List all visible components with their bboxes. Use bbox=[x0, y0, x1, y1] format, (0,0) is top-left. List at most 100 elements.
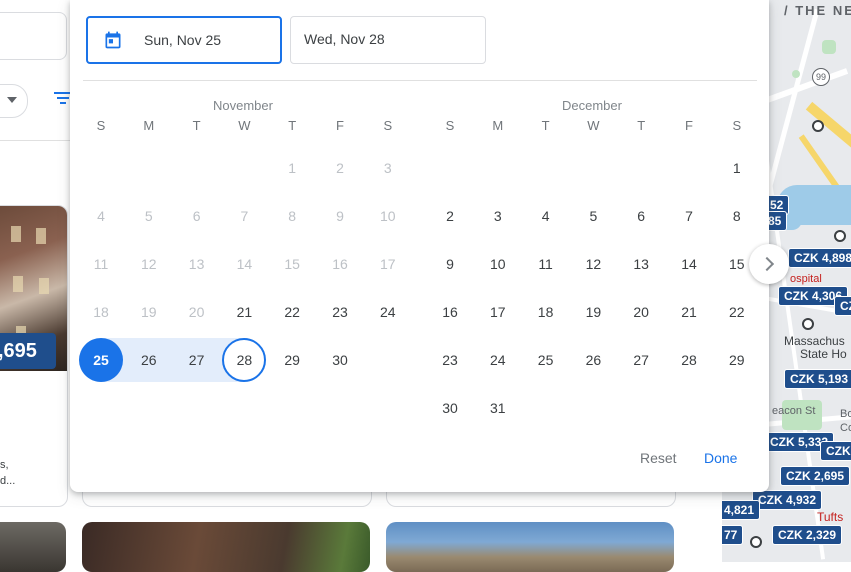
price-pin[interactable]: CZK 2,695 bbox=[780, 466, 851, 486]
calendar-day[interactable]: 22 bbox=[270, 290, 314, 334]
chevron-down-icon bbox=[7, 97, 17, 103]
calendar-day[interactable]: 27 bbox=[619, 338, 663, 382]
calendar-day[interactable]: 3 bbox=[476, 194, 520, 238]
date-picker-dialog: Sun, Nov 25 Wed, Nov 28 November S M T W T F S 1… bbox=[70, 0, 769, 492]
calendar-day[interactable]: 25 bbox=[524, 338, 568, 382]
weekday-header: S bbox=[445, 118, 455, 133]
calendar-day[interactable]: 21 bbox=[222, 290, 266, 334]
map-label: State Ho bbox=[800, 347, 847, 361]
calendar-day[interactable]: 17 bbox=[476, 290, 520, 334]
calendar-day[interactable]: 10 bbox=[476, 242, 520, 286]
calendar-day[interactable]: 26 bbox=[127, 338, 171, 382]
price-badge: ,695 bbox=[0, 333, 56, 369]
hotel-photo[interactable] bbox=[0, 522, 66, 572]
calendar-day[interactable]: 24 bbox=[366, 290, 410, 334]
map-label: ospital bbox=[790, 273, 822, 285]
calendar-day: 11 bbox=[93, 256, 109, 272]
calendar-icon bbox=[105, 31, 121, 49]
calendar-day: 19 bbox=[141, 304, 157, 320]
next-month-button[interactable] bbox=[749, 244, 789, 284]
calendar-day: 15 bbox=[284, 256, 300, 272]
calendar-day: 13 bbox=[188, 256, 205, 272]
calendar-day[interactable]: 4 bbox=[524, 194, 568, 238]
calendar-day[interactable]: 24 bbox=[476, 338, 520, 382]
check-out-day[interactable]: 28 bbox=[222, 338, 267, 382]
calendar-day[interactable]: 1 bbox=[715, 146, 759, 190]
calendar-day[interactable]: 5 bbox=[571, 194, 615, 238]
price-pin[interactable]: CZK 4,898 bbox=[788, 248, 851, 268]
calendar-day[interactable]: 28 bbox=[667, 338, 711, 382]
calendar-day[interactable]: 27 bbox=[175, 338, 219, 382]
check-out-field[interactable]: Wed, Nov 28 bbox=[290, 16, 486, 64]
transit-icon bbox=[750, 536, 762, 548]
map-label: / THE NE bbox=[784, 3, 851, 18]
calendar-day[interactable]: 2 bbox=[428, 194, 472, 238]
chevron-right-icon bbox=[759, 256, 775, 272]
map-label: eacon St bbox=[772, 405, 816, 417]
weekday-header: S bbox=[383, 118, 393, 133]
map-label: Co bbox=[840, 422, 851, 434]
calendar-day: 3 bbox=[383, 160, 392, 176]
filter-dropdown[interactable] bbox=[0, 84, 28, 118]
weekday-header: T bbox=[192, 118, 201, 133]
calendar-day: 8 bbox=[288, 208, 297, 224]
price-pin[interactable]: CZK 5,193 bbox=[784, 369, 851, 389]
calendar-day[interactable]: 29 bbox=[270, 338, 314, 382]
calendar-day[interactable]: 29 bbox=[715, 338, 759, 382]
calendar-day[interactable]: 18 bbox=[524, 290, 568, 334]
calendar-day: 6 bbox=[192, 208, 201, 224]
weekday-header: S bbox=[96, 118, 106, 133]
calendar-day[interactable]: 9 bbox=[428, 242, 472, 286]
calendar-day: 4 bbox=[97, 208, 105, 224]
map-label: Bo bbox=[840, 408, 851, 420]
check-in-field[interactable]: Sun, Nov 25 bbox=[86, 16, 282, 64]
reset-button[interactable]: Reset bbox=[640, 450, 677, 466]
calendar-day[interactable]: 11 bbox=[524, 242, 568, 286]
search-box[interactable] bbox=[0, 12, 67, 60]
transit-icon bbox=[802, 318, 814, 330]
calendar-day: 10 bbox=[380, 208, 396, 224]
month-title: November bbox=[213, 98, 273, 113]
price-pin[interactable]: CZK bbox=[834, 296, 851, 316]
calendar-day[interactable]: 30 bbox=[318, 338, 362, 382]
price-pin[interactable]: 4,821 bbox=[722, 500, 761, 520]
calendar-day: 9 bbox=[336, 208, 344, 224]
hotel-photo[interactable] bbox=[82, 522, 370, 572]
transit-icon bbox=[834, 230, 846, 242]
weekday-header: T bbox=[288, 118, 297, 133]
done-button[interactable]: Done bbox=[704, 450, 737, 466]
calendar-day: 12 bbox=[141, 256, 157, 272]
hotel-description: s, d... bbox=[0, 459, 16, 487]
calendar-day[interactable]: 13 bbox=[619, 242, 663, 286]
calendar-day[interactable]: 26 bbox=[571, 338, 615, 382]
hotel-photo[interactable] bbox=[386, 522, 674, 572]
price-pin[interactable]: CZK 16,8 bbox=[820, 441, 851, 461]
calendar-day[interactable]: 6 bbox=[619, 194, 663, 238]
weekday-header: W bbox=[238, 118, 251, 133]
calendar-day[interactable]: 22 bbox=[715, 290, 759, 334]
price-pin[interactable]: 77 bbox=[722, 525, 744, 545]
calendar-day[interactable]: 31 bbox=[476, 386, 520, 430]
price-pin[interactable]: CZK 2,329 bbox=[772, 525, 843, 545]
calendar-day[interactable]: 14 bbox=[667, 242, 711, 286]
calendar-day[interactable]: 16 bbox=[428, 290, 472, 334]
weekday-header: F bbox=[336, 118, 344, 133]
weekday-header: W bbox=[587, 118, 600, 133]
check-in-day[interactable]: 25 bbox=[79, 338, 123, 382]
weekday-header: M bbox=[143, 118, 155, 133]
calendar-day: 18 bbox=[93, 304, 109, 320]
calendar-day[interactable]: 19 bbox=[571, 290, 615, 334]
calendar-day: 20 bbox=[188, 304, 205, 320]
weekday-header: T bbox=[541, 118, 550, 133]
calendar-day[interactable]: 20 bbox=[619, 290, 663, 334]
calendar-day[interactable]: 23 bbox=[428, 338, 472, 382]
calendar-day[interactable]: 8 bbox=[715, 194, 759, 238]
calendar-day[interactable]: 23 bbox=[318, 290, 362, 334]
calendar-day[interactable]: 21 bbox=[667, 290, 711, 334]
price-pin[interactable]: CZK 4,932 bbox=[752, 490, 823, 510]
map-label: Massachus bbox=[784, 334, 845, 348]
calendar-day[interactable]: 30 bbox=[428, 386, 472, 430]
calendar-day[interactable]: 12 bbox=[571, 242, 615, 286]
calendar-day: 17 bbox=[380, 256, 396, 272]
calendar-day[interactable]: 7 bbox=[667, 194, 711, 238]
